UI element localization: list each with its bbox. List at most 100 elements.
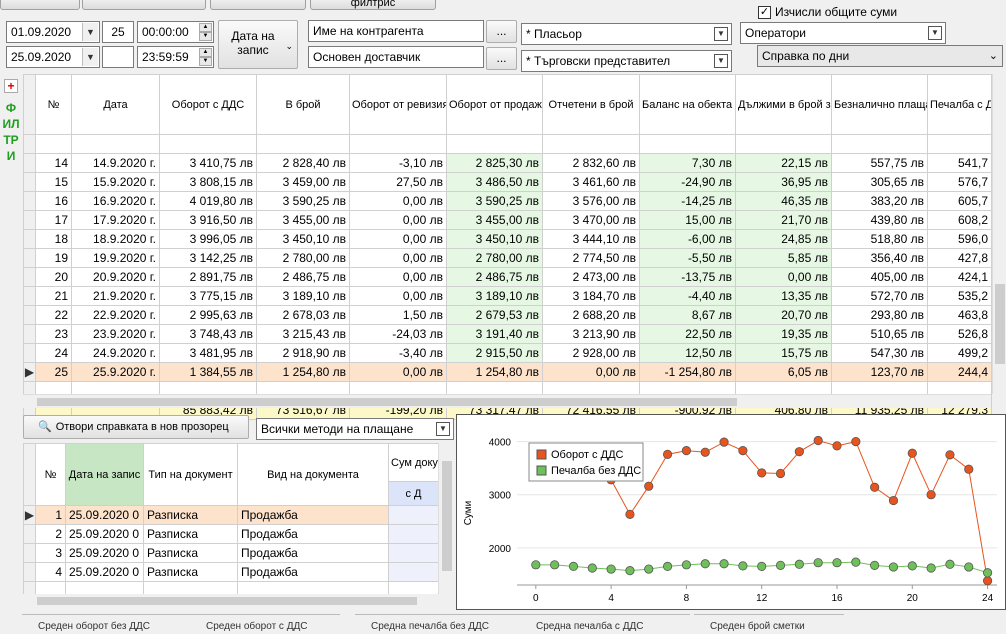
column-header[interactable]: Дата xyxy=(71,74,160,135)
scroll-thumb[interactable] xyxy=(995,284,1005,364)
table-cell: 21,70 лв xyxy=(735,210,832,230)
column-header[interactable]: Баланс на обекта оборот в брой + ревизия… xyxy=(639,74,736,135)
table-cell: Разписка xyxy=(143,543,238,563)
operators-select[interactable]: Оператори ▼ xyxy=(740,22,946,44)
toolbar-button-1[interactable] xyxy=(0,0,80,10)
placement-select[interactable]: * Пласьор ▼ xyxy=(521,23,732,45)
calc-totals-checkbox[interactable]: ✓ Изчисли общите суми xyxy=(758,4,897,20)
row-indicator[interactable] xyxy=(23,172,36,192)
table-cell: 2 678,03 лв xyxy=(256,305,350,325)
column-header[interactable]: № xyxy=(35,443,66,506)
spin-down-icon[interactable]: ▼ xyxy=(199,57,212,66)
table-row[interactable]: 20 20.9.2020 г. 2 891,75 лв 2 486,75 лв 0,00… xyxy=(23,267,992,287)
column-header[interactable]: Печалба с ДДС xyxy=(927,74,992,135)
column-header[interactable]: Безналично плащане xyxy=(831,74,928,135)
supplier-input[interactable]: Основен доставчик xyxy=(308,46,484,68)
chevron-down-icon[interactable]: ▼ xyxy=(82,23,98,41)
payment-methods-select[interactable]: Всички методи на плащане ▼ xyxy=(256,418,454,440)
toolbar-button-2[interactable] xyxy=(82,0,206,10)
row-indicator[interactable] xyxy=(23,153,36,173)
spin-up-icon[interactable]: ▲ xyxy=(199,48,212,57)
report-type-select[interactable]: Справка по дни ⌄ xyxy=(757,45,1003,67)
time-to-input[interactable]: 23:59:59 ▲ ▼ xyxy=(137,46,214,68)
column-subheader[interactable]: с Д xyxy=(388,481,439,506)
row-indicator[interactable] xyxy=(23,229,36,249)
row-indicator[interactable] xyxy=(23,343,36,363)
table-cell: 15 xyxy=(35,172,72,192)
row-indicator[interactable]: ▶ xyxy=(23,505,36,525)
date-from-input[interactable]: 01.09.2020 ▼ xyxy=(6,21,100,43)
table-row[interactable]: 16 16.9.2020 г. 4 019,80 лв 3 590,25 лв 0,00… xyxy=(23,191,992,211)
table-row[interactable]: 19 19.9.2020 г. 3 142,25 лв 2 780,00 лв 0,00… xyxy=(23,248,992,268)
open-report-new-window-button[interactable]: 🔍 Отвори справката в нов прозорец xyxy=(23,415,249,439)
date-record-button[interactable]: Дата на запис ⌄ xyxy=(218,20,298,69)
row-indicator[interactable] xyxy=(23,305,36,325)
docs-horizontal-scrollbar[interactable] xyxy=(23,594,455,608)
column-header[interactable]: Дължими в брой за деня xyxy=(735,74,832,135)
supplier-browse-button[interactable]: ... xyxy=(486,47,517,70)
spin-up-icon[interactable]: ▲ xyxy=(199,23,212,32)
row-indicator[interactable] xyxy=(23,191,36,211)
table-row[interactable]: 21 21.9.2020 г. 3 775,15 лв 3 189,10 лв 0,00… xyxy=(23,286,992,306)
chevron-down-icon[interactable]: ▼ xyxy=(928,26,942,40)
main-horizontal-scrollbar[interactable] xyxy=(23,394,991,408)
number-input[interactable]: 25 xyxy=(102,21,134,43)
row-indicator[interactable] xyxy=(23,286,36,306)
filter-toolbar-button[interactable]: филтрис xyxy=(310,0,436,10)
spin-down-icon[interactable]: ▼ xyxy=(199,32,212,41)
chevron-down-icon[interactable]: ▼ xyxy=(714,27,728,41)
column-header[interactable]: Отчетени в брой xyxy=(542,74,640,135)
sales-rep-select[interactable]: * Търговски представител ▼ xyxy=(521,50,732,72)
column-header[interactable]: Дата на запис xyxy=(65,443,144,506)
docs-vertical-scrollbar[interactable] xyxy=(438,443,454,593)
chevron-down-icon[interactable]: ▼ xyxy=(82,48,98,66)
column-header[interactable]: Оборот с ДДС xyxy=(159,74,257,135)
h-scroll-thumb[interactable] xyxy=(37,398,737,406)
row-indicator[interactable] xyxy=(23,248,36,268)
column-header[interactable]: Оборот от продажби в брой + ревизия xyxy=(446,74,543,135)
time-from-input[interactable]: 00:00:00 ▲ ▼ xyxy=(137,21,214,43)
h-scroll-thumb[interactable] xyxy=(37,597,417,605)
chevron-down-icon[interactable]: ▼ xyxy=(714,54,728,68)
row-indicator[interactable] xyxy=(23,210,36,230)
table-row[interactable]: 3 25.09.2020 0 Разписка Продажба xyxy=(23,543,439,563)
column-header[interactable]: В брой xyxy=(256,74,350,135)
table-row[interactable]: ▶ 1 25.09.2020 0 Разписка Продажба xyxy=(23,505,439,525)
table-row[interactable]: 22 22.9.2020 г. 2 995,63 лв 2 678,03 лв 1,50… xyxy=(23,305,992,325)
data-point xyxy=(907,561,917,571)
date-to-input[interactable]: 25.09.2020 ▼ xyxy=(6,46,100,68)
table-row[interactable]: 18 18.9.2020 г. 3 996,05 лв 3 450,10 лв 0,00… xyxy=(23,229,992,249)
table-row[interactable]: 15 15.9.2020 г. 3 808,15 лв 3 459,00 лв 27,5… xyxy=(23,172,992,192)
table-cell: 0,00 лв xyxy=(349,210,447,230)
column-header[interactable]: Сум доку xyxy=(388,443,439,482)
row-indicator[interactable] xyxy=(23,524,36,544)
table-row[interactable]: 14 14.9.2020 г. 3 410,75 лв 2 828,40 лв -3,1… xyxy=(23,153,992,173)
scroll-thumb[interactable] xyxy=(442,461,452,571)
row-indicator[interactable] xyxy=(23,324,36,344)
row-indicator[interactable]: ▶ xyxy=(23,362,36,382)
filters-side-label[interactable]: ФИЛТРИ xyxy=(2,100,20,164)
column-header[interactable]: № xyxy=(35,74,72,135)
table-cell: 0,00 лв xyxy=(735,267,832,287)
column-header[interactable]: Вид на документа xyxy=(237,443,389,506)
table-cell: 6,05 лв xyxy=(735,362,832,382)
counterparty-browse-button[interactable]: ... xyxy=(486,20,517,43)
row-indicator[interactable] xyxy=(23,562,36,582)
chevron-down-icon[interactable]: ▼ xyxy=(436,422,450,436)
column-header[interactable]: Оборот от ревизия xyxy=(349,74,447,135)
table-row[interactable]: 23 23.9.2020 г. 3 748,43 лв 3 215,43 лв -24,… xyxy=(23,324,992,344)
counterparty-input[interactable]: Име на контрагента xyxy=(308,20,484,42)
row-indicator[interactable] xyxy=(23,543,36,563)
empty-input[interactable] xyxy=(102,46,134,68)
table-row[interactable]: ▶ 25 25.9.2020 г. 1 384,55 лв 1 254,80 лв 0,0… xyxy=(23,362,992,382)
table-row[interactable]: 17 17.9.2020 г. 3 916,50 лв 3 455,00 лв 0,00… xyxy=(23,210,992,230)
toolbar-button-3[interactable] xyxy=(210,0,306,10)
table-row[interactable]: 24 24.9.2020 г. 3 481,95 лв 2 918,90 лв -3,4… xyxy=(23,343,992,363)
table-cell: 3 481,95 лв xyxy=(159,343,257,363)
table-row[interactable]: 4 25.09.2020 0 Разписка Продажба xyxy=(23,562,439,582)
main-vertical-scrollbar[interactable] xyxy=(992,74,1006,394)
table-row[interactable]: 2 25.09.2020 0 Разписка Продажба xyxy=(23,524,439,544)
column-header[interactable]: Тип на документ xyxy=(143,443,238,506)
expand-filters-button[interactable]: + xyxy=(4,79,18,93)
row-indicator[interactable] xyxy=(23,267,36,287)
